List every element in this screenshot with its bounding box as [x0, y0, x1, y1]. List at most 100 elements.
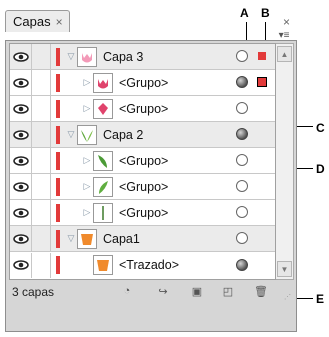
scrollbar[interactable]: ▲ ▼: [276, 43, 294, 280]
selection-square-outlined-icon[interactable]: [257, 77, 267, 87]
sublayer-row-trazado[interactable]: <Trazado>: [10, 252, 275, 278]
target-circle-filled-icon[interactable]: [236, 76, 248, 88]
layer-thumbnail: [77, 228, 97, 249]
layers-list: ▽ Capa 3 ▷ <Grupo> ▷ <Grupo> ▽ Capa 2 ▷ …: [9, 43, 276, 280]
target-circle-icon[interactable]: [236, 50, 248, 62]
visibility-toggle[interactable]: [10, 200, 32, 225]
layer-name-area[interactable]: ▷ <Grupo>: [65, 96, 275, 121]
layer-name-area[interactable]: ▷ <Grupo>: [65, 200, 275, 225]
lock-toggle[interactable]: [32, 122, 51, 147]
scroll-down-icon[interactable]: ▼: [277, 261, 292, 277]
visibility-toggle[interactable]: [10, 226, 32, 251]
scroll-up-icon[interactable]: ▲: [277, 46, 292, 62]
lock-toggle[interactable]: [32, 226, 51, 251]
expand-triangle-icon[interactable]: ▽: [65, 129, 77, 140]
eye-icon: [12, 51, 29, 62]
expand-triangle-icon[interactable]: ▷: [81, 77, 93, 88]
sublayer-row-grupo-4[interactable]: ▷ <Grupo>: [10, 174, 275, 200]
visibility-toggle[interactable]: [10, 44, 32, 69]
visibility-toggle[interactable]: [10, 96, 32, 121]
layer-name-area[interactable]: ▽ Capa 2: [65, 122, 275, 147]
layer-thumbnail: [77, 124, 97, 145]
visibility-toggle[interactable]: [10, 122, 32, 147]
window-close-icon[interactable]: ×: [283, 15, 290, 29]
tab-capas[interactable]: Capas ×: [5, 10, 70, 32]
leaves-green-icon: [81, 129, 93, 142]
callout-e: E: [316, 292, 325, 306]
layer-thumbnail: [93, 98, 113, 119]
expand-triangle-icon[interactable]: ▷: [81, 207, 93, 218]
close-icon[interactable]: ×: [56, 15, 63, 29]
layer-color-bar: [56, 203, 60, 222]
layer-label: <Grupo>: [119, 101, 169, 116]
layer-color-bar: [56, 73, 60, 92]
lock-toggle[interactable]: [32, 148, 51, 173]
lock-toggle[interactable]: [32, 200, 51, 225]
lock-toggle[interactable]: [32, 252, 51, 278]
expand-triangle-icon[interactable]: ▷: [81, 155, 93, 166]
layer-label: <Trazado>: [119, 258, 179, 272]
lock-toggle[interactable]: [32, 44, 51, 69]
layer-label: Capa 3: [103, 49, 144, 64]
leaf-green-2-icon: [99, 180, 108, 194]
target-circle-icon[interactable]: [236, 206, 248, 218]
target-circle-icon[interactable]: [236, 232, 248, 244]
layer-thumbnail: [93, 255, 113, 275]
layer-row-capa-2[interactable]: ▽ Capa 2: [10, 122, 275, 148]
eye-icon: [12, 233, 29, 244]
callout-b: B: [261, 6, 270, 20]
layer-color-bar: [56, 256, 60, 274]
layer-row-capa-3[interactable]: ▽ Capa 3: [10, 44, 275, 70]
target-circle-filled-icon[interactable]: [236, 128, 248, 140]
eye-icon: [12, 129, 29, 140]
layer-name-area[interactable]: <Trazado>: [65, 253, 275, 278]
layer-color-bar: [56, 47, 60, 66]
sublayer-row-grupo-3[interactable]: ▷ <Grupo>: [10, 148, 275, 174]
trash-icon[interactable]: 🗑: [253, 284, 269, 298]
layer-label: <Grupo>: [119, 75, 169, 90]
layer-color-bar: [56, 125, 60, 144]
target-circle-icon[interactable]: [236, 102, 248, 114]
create-new-sublayer-icon[interactable]: ▣: [189, 284, 205, 298]
layer-count: 3 capas: [12, 285, 55, 299]
lock-toggle[interactable]: [32, 96, 51, 121]
leaf-green-icon: [98, 154, 107, 168]
eye-icon: [12, 77, 29, 88]
callout-c: C: [316, 121, 325, 135]
layer-label: Capa 2: [103, 127, 144, 142]
expand-triangle-icon[interactable]: ▷: [81, 181, 93, 192]
create-new-layer-icon[interactable]: ◰: [220, 284, 236, 298]
visibility-toggle[interactable]: [10, 252, 32, 278]
layer-label: <Grupo>: [119, 153, 169, 168]
layer-row-capa1[interactable]: ▽ Capa1: [10, 226, 275, 252]
layer-thumbnail: [77, 46, 97, 67]
target-circle-icon[interactable]: [236, 180, 248, 192]
make-clipping-mask-icon[interactable]: ↪: [155, 284, 171, 298]
target-circle-icon[interactable]: [236, 154, 248, 166]
layer-label: Capa1: [103, 231, 140, 246]
expand-triangle-icon[interactable]: ▷: [81, 103, 93, 114]
sublayer-row-grupo-1[interactable]: ▷ <Grupo>: [10, 70, 275, 96]
eye-icon: [12, 103, 29, 114]
lock-toggle[interactable]: [32, 70, 51, 95]
visibility-toggle[interactable]: [10, 174, 32, 199]
visibility-toggle[interactable]: [10, 70, 32, 95]
resize-grip-icon[interactable]: ⋰: [284, 293, 292, 301]
expand-triangle-icon[interactable]: ▽: [65, 51, 77, 62]
stem-icon: [102, 205, 104, 220]
layer-name-area[interactable]: ▽ Capa 3: [65, 44, 275, 69]
layer-name-area[interactable]: ▷ <Grupo>: [65, 148, 275, 173]
sublayer-row-grupo-5[interactable]: ▷ <Grupo>: [10, 200, 275, 226]
expand-triangle-icon[interactable]: ▽: [65, 233, 77, 244]
layer-name-area[interactable]: ▽ Capa1: [65, 226, 275, 251]
target-circle-filled-icon[interactable]: [236, 258, 248, 271]
layer-color-bar: [56, 99, 60, 118]
layer-name-area[interactable]: ▷ <Grupo>: [65, 70, 275, 95]
locate-object-icon[interactable]: ◔: [119, 284, 135, 298]
visibility-toggle[interactable]: [10, 148, 32, 173]
lock-toggle[interactable]: [32, 174, 51, 199]
selection-square-icon[interactable]: [258, 52, 266, 60]
sublayer-row-grupo-2[interactable]: ▷ <Grupo>: [10, 96, 275, 122]
panel-menu-icon[interactable]: ▾≡: [276, 29, 292, 41]
layer-name-area[interactable]: ▷ <Grupo>: [65, 174, 275, 199]
